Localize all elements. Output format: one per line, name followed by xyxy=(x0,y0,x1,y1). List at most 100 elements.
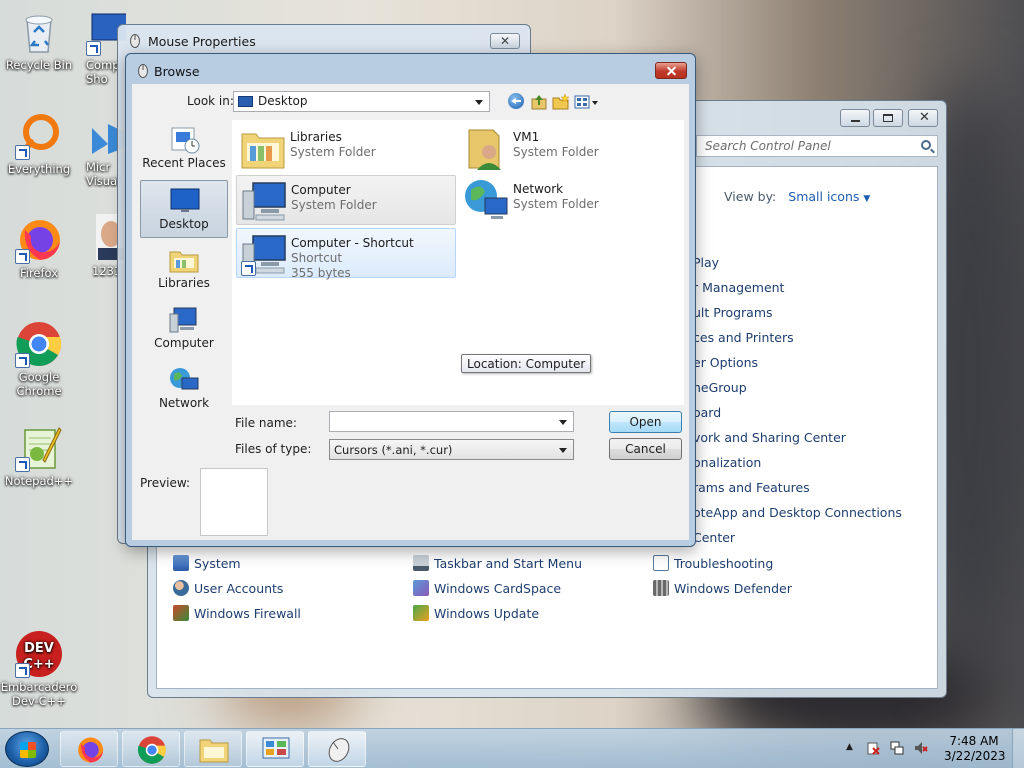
cp-item-windows-update[interactable]: Windows Update xyxy=(413,605,539,621)
file-item-vm1[interactable]: VM1 System Folder xyxy=(459,123,679,173)
cp-item-default-programs[interactable]: ult Programs xyxy=(693,305,773,320)
shortcut-arrow-icon xyxy=(15,663,30,678)
cp-item-network-and-sharing-center[interactable]: vork and Sharing Center xyxy=(693,430,846,445)
dialog-title: Browse xyxy=(154,64,200,79)
volume-muted-icon[interactable] xyxy=(914,741,928,755)
cp-item-windows-cardspace[interactable]: Windows CardSpace xyxy=(413,580,561,596)
file-name-input[interactable] xyxy=(329,411,574,432)
file-item-network[interactable]: Network System Folder xyxy=(459,175,679,225)
file-item-computer[interactable]: Computer System Folder xyxy=(236,175,456,225)
minimize-button[interactable] xyxy=(840,109,870,127)
cp-item-sync-center[interactable]: Center xyxy=(693,530,735,545)
file-list[interactable]: Libraries System Folder VM1 System Folde… xyxy=(232,120,684,405)
desktop-icon-notepad-plus-plus[interactable]: Notepad++ xyxy=(0,424,78,488)
desktop-icon-google-chrome[interactable]: Google Chrome xyxy=(0,320,78,398)
file-type: System Folder xyxy=(513,197,599,211)
cp-item-label: rams and Features xyxy=(693,480,810,495)
cp-item-color-management[interactable]: r Management xyxy=(693,280,784,295)
chevron-down-icon xyxy=(559,420,567,425)
view-by-dropdown[interactable]: Small icons ▼ xyxy=(788,189,870,204)
file-type: Shortcut xyxy=(291,251,343,265)
place-recent-places[interactable]: Recent Places xyxy=(140,120,228,178)
cp-item-autoplay[interactable]: Play xyxy=(693,255,719,270)
place-network[interactable]: Network xyxy=(140,360,228,418)
shortcut-arrow-icon xyxy=(15,145,30,160)
show-hidden-icons-icon[interactable]: ▲ xyxy=(846,742,853,752)
cp-item-user-accounts[interactable]: User Accounts xyxy=(173,580,283,596)
network-icon xyxy=(170,368,199,390)
up-one-level-button[interactable] xyxy=(530,93,548,111)
everything-icon xyxy=(15,112,63,160)
taskbar-explorer[interactable] xyxy=(184,731,242,767)
network-tray-icon[interactable] xyxy=(890,741,904,755)
clock[interactable]: 7:48 AM 3/22/2023 xyxy=(944,734,1006,764)
file-name: VM1 xyxy=(513,130,540,144)
start-button[interactable] xyxy=(5,731,49,767)
firewall-icon xyxy=(173,605,189,621)
mouse-icon xyxy=(136,64,150,78)
file-name: Computer xyxy=(291,183,351,197)
close-button[interactable]: ✕ xyxy=(908,109,938,127)
cp-item-system[interactable]: System xyxy=(173,555,241,571)
open-button[interactable]: Open xyxy=(609,411,682,433)
computer-icon xyxy=(242,182,286,221)
cp-item-keyboard[interactable]: oard xyxy=(693,405,721,420)
back-button[interactable] xyxy=(508,93,526,111)
place-computer[interactable]: Computer xyxy=(140,300,228,358)
cancel-button[interactable]: Cancel xyxy=(609,438,682,460)
look-in-label: Look in: xyxy=(187,94,234,108)
user-folder-icon xyxy=(468,129,501,170)
place-libraries[interactable]: Libraries xyxy=(140,240,228,298)
network-icon xyxy=(465,180,508,219)
cp-item-devices-and-printers[interactable]: ces and Printers xyxy=(693,330,794,345)
show-desktop-button[interactable] xyxy=(1012,729,1024,768)
cp-item-taskbar-and-start-menu[interactable]: Taskbar and Start Menu xyxy=(413,555,582,571)
file-item-libraries[interactable]: Libraries System Folder xyxy=(236,123,456,173)
place-desktop[interactable]: Desktop xyxy=(140,180,228,238)
close-button[interactable] xyxy=(655,62,687,79)
taskbar-control-panel[interactable] xyxy=(246,731,304,767)
search-control-panel-input[interactable]: Search Control Panel xyxy=(696,135,938,157)
cp-item-label: r Management xyxy=(693,280,785,295)
desktop-icon-firefox[interactable]: Firefox xyxy=(0,216,78,280)
cp-item-homegroup[interactable]: neGroup xyxy=(693,380,747,395)
file-item-computer-shortcut[interactable]: Computer - Shortcut Shortcut 355 bytes xyxy=(236,228,456,280)
cp-item-folder-options[interactable]: er Options xyxy=(693,355,758,370)
place-label: Recent Places xyxy=(142,156,226,170)
chrome-icon xyxy=(137,736,166,764)
files-of-type-dropdown[interactable]: Cursors (*.ani, *.cur) xyxy=(329,439,574,460)
close-button[interactable]: ✕ xyxy=(490,33,520,49)
search-placeholder: Search Control Panel xyxy=(705,139,831,153)
places-bar: Recent Places Desktop Libraries Computer… xyxy=(140,120,230,420)
taskbar-chrome[interactable] xyxy=(122,731,180,767)
defender-icon xyxy=(653,580,669,596)
file-name: Computer - Shortcut xyxy=(291,236,414,250)
browse-dialog[interactable]: Browse Look in: Desktop Recent Places De… xyxy=(125,53,696,547)
cancel-button-label: Cancel xyxy=(625,442,666,456)
desktop-icon-everything[interactable]: Everything xyxy=(0,112,78,176)
cp-item-windows-defender[interactable]: Windows Defender xyxy=(653,580,792,596)
svg-text:DEV: DEV xyxy=(24,641,54,656)
clock-time: 7:48 AM xyxy=(949,734,999,748)
minimize-icon xyxy=(851,120,860,122)
taskbar-mouse-properties[interactable] xyxy=(308,731,366,767)
cp-item-troubleshooting[interactable]: Troubleshooting xyxy=(653,555,773,571)
cp-item-label: Taskbar and Start Menu xyxy=(434,555,583,571)
search-icon xyxy=(921,140,931,150)
cp-item-remoteapp[interactable]: oteApp and Desktop Connections xyxy=(693,505,902,520)
maximize-button[interactable] xyxy=(873,109,903,127)
desktop-icon-recycle-bin[interactable]: Recycle Bin xyxy=(0,8,78,72)
cp-item-windows-firewall[interactable]: Windows Firewall xyxy=(173,605,301,621)
look-in-dropdown[interactable]: Desktop xyxy=(233,91,490,112)
action-center-icon[interactable] xyxy=(866,741,880,755)
desktop-icon-dev-cpp[interactable]: DEV C++ Embarcadero Dev-C++ xyxy=(0,630,78,708)
shortcut-arrow-icon xyxy=(15,353,30,368)
libraries-icon xyxy=(241,133,285,169)
desktop-icon-label: Everything xyxy=(7,162,71,176)
new-folder-button[interactable] xyxy=(552,93,570,111)
view-menu-button[interactable] xyxy=(574,93,600,111)
cp-item-personalization[interactable]: onalization xyxy=(693,455,761,470)
cp-item-programs-and-features[interactable]: rams and Features xyxy=(693,480,810,495)
taskbar-firefox[interactable] xyxy=(60,731,118,767)
cp-item-label: Troubleshooting xyxy=(674,555,774,571)
